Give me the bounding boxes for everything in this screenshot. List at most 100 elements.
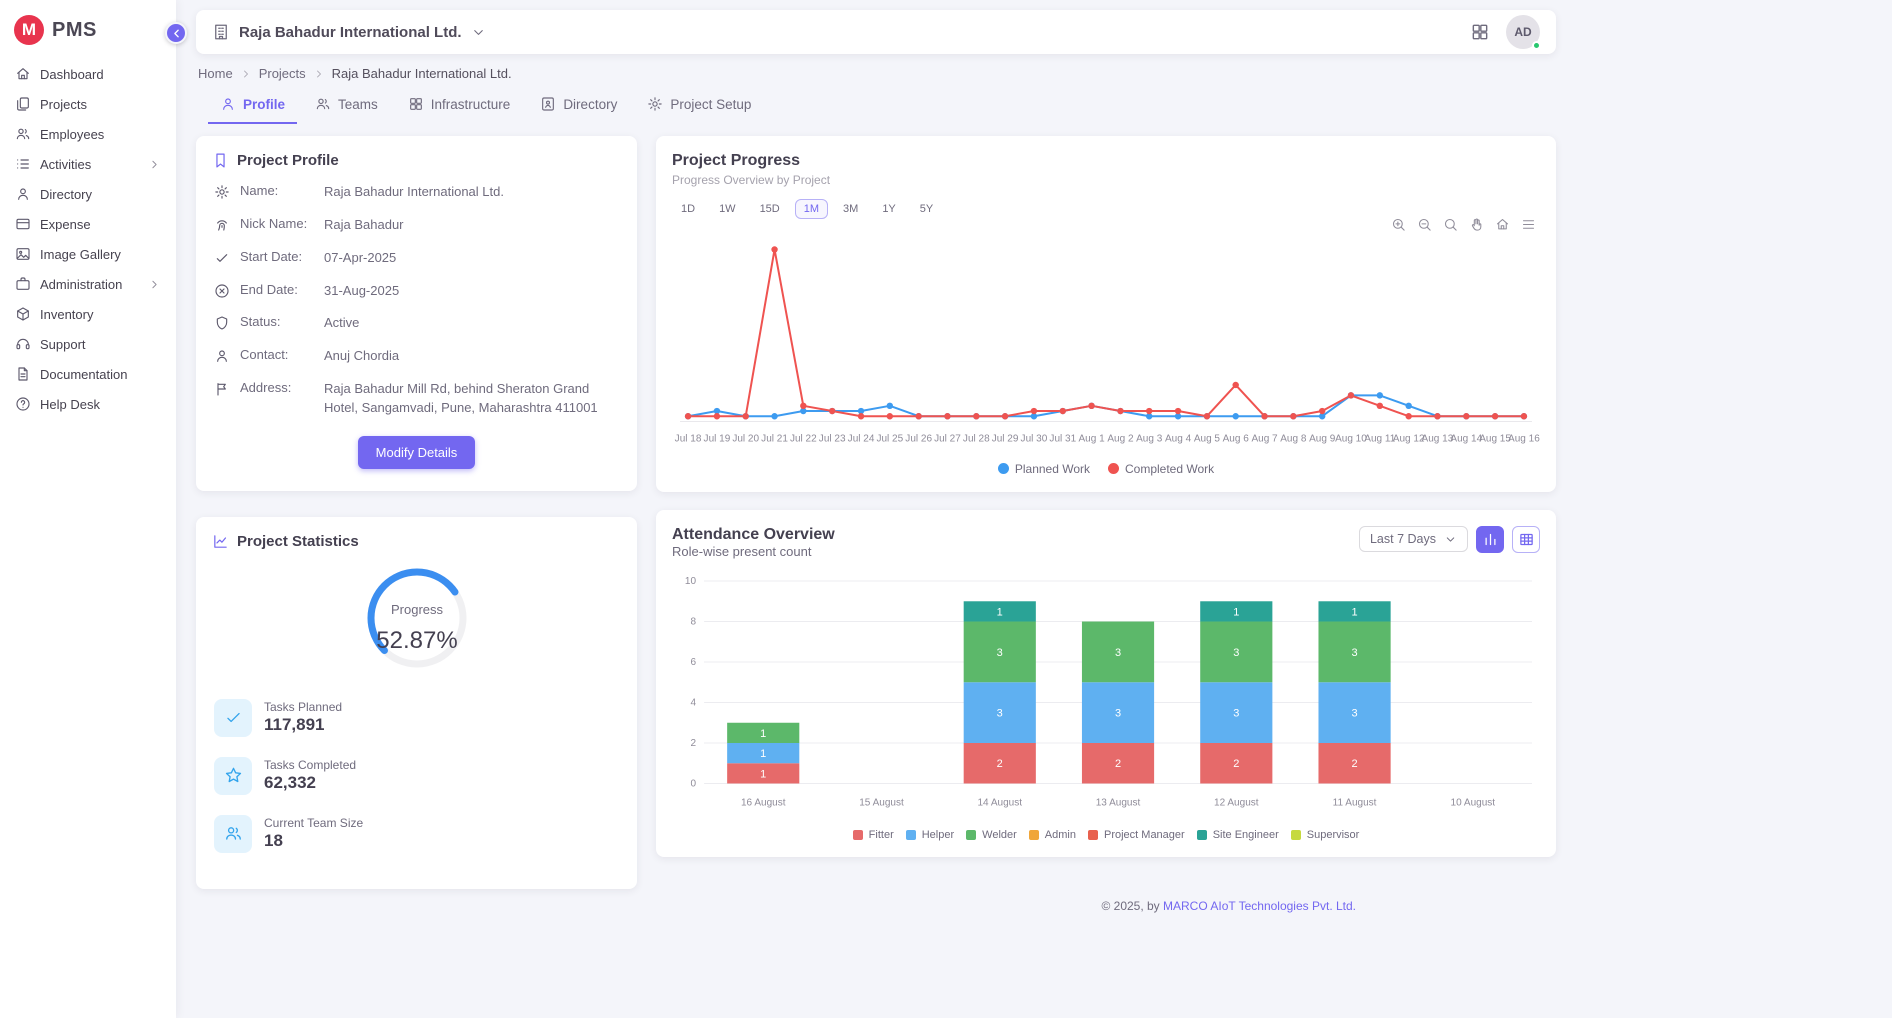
x-circle-icon [214, 283, 230, 299]
sidebar-item-help-desk[interactable]: Help Desk [0, 389, 176, 419]
svg-text:1: 1 [997, 606, 1003, 618]
user-icon [15, 186, 31, 202]
tab-teams[interactable]: Teams [303, 87, 390, 124]
project-statistics-card: Project Statistics Progress 52.87% Tasks… [196, 517, 637, 889]
legend-project-manager[interactable]: Project Manager [1088, 829, 1185, 841]
sidebar: M PMS DashboardProjectsEmployeesActiviti… [0, 0, 176, 1018]
legend-helper[interactable]: Helper [906, 829, 954, 841]
legend-label: Helper [922, 829, 954, 841]
profile-field-contact: Contact:Anuj Chordia [214, 347, 619, 366]
svg-text:3: 3 [1351, 707, 1357, 719]
sidebar-item-directory[interactable]: Directory [0, 179, 176, 209]
sidebar-item-expense[interactable]: Expense [0, 209, 176, 239]
field-value: Anuj Chordia [324, 347, 619, 366]
apps-grid-button[interactable] [1470, 22, 1490, 42]
sidebar-item-inventory[interactable]: Inventory [0, 299, 176, 329]
svg-text:Jul 19: Jul 19 [704, 433, 731, 444]
table-view-toggle-button[interactable] [1512, 526, 1540, 553]
legend-supervisor[interactable]: Supervisor [1291, 829, 1360, 841]
field-label: Address: [240, 380, 314, 395]
sidebar-item-support[interactable]: Support [0, 329, 176, 359]
svg-text:2: 2 [690, 738, 696, 749]
sidebar-item-dashboard[interactable]: Dashboard [0, 59, 176, 89]
chevron-right-icon [240, 68, 252, 80]
footer-text: © 2025, by [1101, 899, 1163, 913]
sidebar-collapse-button[interactable] [165, 22, 187, 44]
sidebar-item-activities[interactable]: Activities [0, 149, 176, 179]
modify-details-button[interactable]: Modify Details [358, 436, 476, 469]
svg-text:4: 4 [690, 697, 696, 708]
sidebar-item-label: Help Desk [40, 397, 100, 412]
sidebar-item-employees[interactable]: Employees [0, 119, 176, 149]
breadcrumb: HomeProjectsRaja Bahadur International L… [198, 66, 1554, 81]
svg-text:11 August: 11 August [1333, 797, 1377, 808]
user-avatar[interactable]: AD [1506, 15, 1540, 49]
svg-text:Aug 2: Aug 2 [1107, 433, 1134, 444]
tab-label: Infrastructure [431, 97, 511, 112]
project-progress-card: Project Progress Progress Overview by Pr… [656, 136, 1556, 492]
file-icon [15, 96, 31, 112]
field-label: Name: [240, 183, 314, 198]
help-icon [15, 396, 31, 412]
doc-icon [15, 366, 31, 382]
legend-planned-work[interactable]: Planned Work [998, 462, 1090, 476]
range-button-3m[interactable]: 3M [834, 199, 867, 219]
chart-toolbar-zoom-out-button[interactable] [1417, 217, 1432, 232]
svg-text:2: 2 [1233, 758, 1239, 770]
svg-text:3: 3 [1115, 707, 1121, 719]
legend-site-engineer[interactable]: Site Engineer [1197, 829, 1279, 841]
footer-company-link[interactable]: MARCO AIoT Technologies Pvt. Ltd. [1163, 899, 1356, 913]
breadcrumb-item[interactable]: Home [198, 66, 233, 81]
home-icon [15, 66, 31, 82]
attendance-chart[interactable]: 024681016 August11115 August14 August233… [672, 569, 1540, 826]
tab-directory[interactable]: Directory [528, 87, 629, 124]
chevron-down-icon[interactable] [471, 25, 486, 40]
project-progress-chart[interactable]: Jul 18Jul 19Jul 20Jul 21Jul 22Jul 23Jul … [672, 221, 1540, 458]
svg-text:Aug 1: Aug 1 [1078, 433, 1105, 444]
chart-toolbar-menu-button[interactable] [1521, 217, 1536, 232]
svg-text:Jul 27: Jul 27 [934, 433, 961, 444]
chevron-left-icon [170, 27, 183, 40]
briefcase-icon [15, 276, 31, 292]
home-icon [1495, 217, 1510, 232]
sidebar-item-projects[interactable]: Projects [0, 89, 176, 119]
svg-text:Aug 3: Aug 3 [1136, 433, 1163, 444]
chart-toolbar-search-button[interactable] [1443, 217, 1458, 232]
tab-profile[interactable]: Profile [208, 87, 297, 124]
svg-text:Jul 20: Jul 20 [732, 433, 759, 444]
svg-text:Jul 21: Jul 21 [761, 433, 788, 444]
sidebar-item-documentation[interactable]: Documentation [0, 359, 176, 389]
date-range-select[interactable]: Last 7 Days [1359, 526, 1468, 552]
legend-fitter[interactable]: Fitter [853, 829, 894, 841]
range-button-15d[interactable]: 15D [751, 199, 789, 219]
company-selector[interactable]: Raja Bahadur International Ltd. [239, 24, 462, 41]
legend-marker [998, 463, 1009, 474]
legend-admin[interactable]: Admin [1029, 829, 1076, 841]
range-button-1d[interactable]: 1D [672, 199, 704, 219]
breadcrumb-item[interactable]: Projects [259, 66, 306, 81]
range-button-1m[interactable]: 1M [795, 199, 828, 219]
chart-toolbar-home-button[interactable] [1495, 217, 1510, 232]
range-button-5y[interactable]: 5Y [911, 199, 942, 219]
shield-icon [214, 315, 230, 331]
range-button-1y[interactable]: 1Y [873, 199, 904, 219]
tab-project-setup[interactable]: Project Setup [635, 87, 763, 124]
tab-label: Teams [338, 97, 378, 112]
svg-text:Progress: Progress [390, 602, 443, 617]
chart-view-toggle-button[interactable] [1476, 526, 1504, 553]
sidebar-item-image-gallery[interactable]: Image Gallery [0, 239, 176, 269]
svg-text:Aug 4: Aug 4 [1165, 433, 1192, 444]
sidebar-item-administration[interactable]: Administration [0, 269, 176, 299]
svg-text:Jul 30: Jul 30 [1021, 433, 1048, 444]
chart-toolbar-hand-button[interactable] [1469, 217, 1484, 232]
legend-welder[interactable]: Welder [966, 829, 1017, 841]
tab-infrastructure[interactable]: Infrastructure [396, 87, 523, 124]
logo-row[interactable]: M PMS [0, 0, 176, 59]
range-button-1w[interactable]: 1W [710, 199, 745, 219]
zoom-in-icon [1391, 217, 1406, 232]
chart-toolbar-zoom-in-button[interactable] [1391, 217, 1406, 232]
building-icon [212, 23, 230, 41]
avatar-initials: AD [1514, 25, 1531, 39]
svg-text:Aug 12: Aug 12 [1393, 433, 1425, 444]
legend-completed-work[interactable]: Completed Work [1108, 462, 1214, 476]
